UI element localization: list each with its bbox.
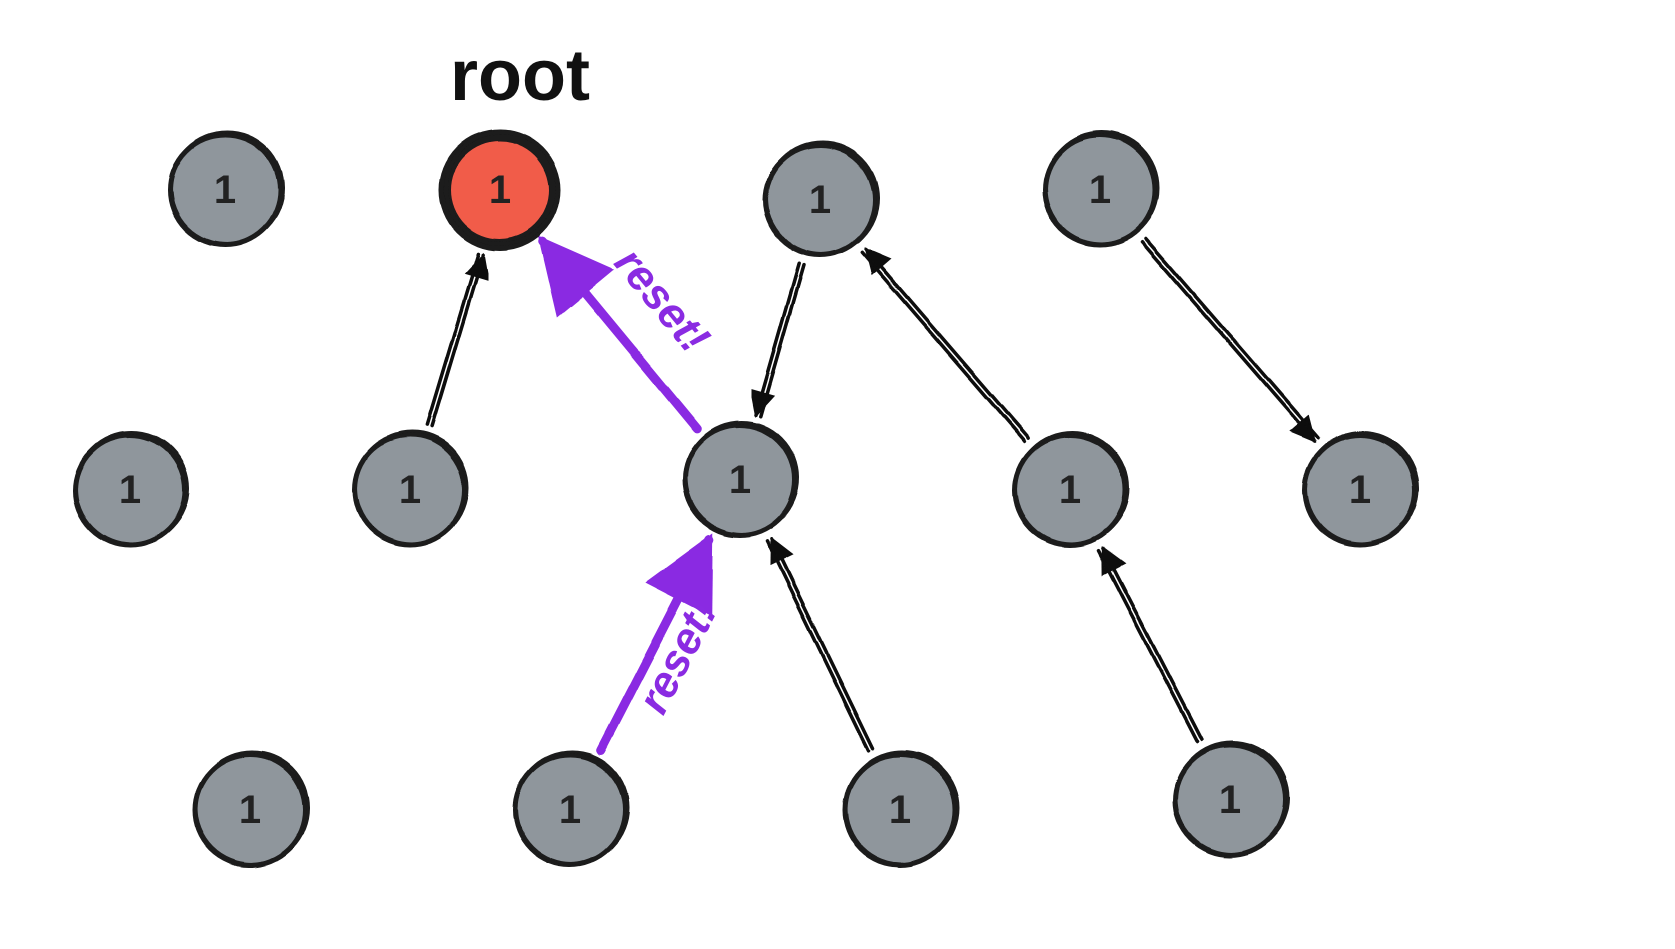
graph-node: 1 <box>515 752 628 865</box>
graph-node: 1 <box>1305 432 1418 545</box>
edge-n_tr1-n_c <box>756 264 799 415</box>
node-value-label: 1 <box>239 788 261 832</box>
graph-node: 1 <box>1015 432 1128 545</box>
graph-node: 1 <box>1045 132 1158 245</box>
graph-node: 1 <box>75 432 188 545</box>
node-value-label: 1 <box>809 178 831 222</box>
node-value-label: 1 <box>119 468 141 512</box>
node-value-label: 1 <box>1349 468 1371 512</box>
edge-n_mr-n_tr1 <box>866 249 1029 438</box>
node-value-label: 1 <box>559 788 581 832</box>
node-value-label: 1 <box>399 468 421 512</box>
node-value-label: 1 <box>729 458 751 502</box>
node-value-label: 1 <box>214 168 236 212</box>
graph-node: 1 <box>685 422 798 535</box>
node-value-label: 1 <box>889 788 911 832</box>
node-value-label: 1 <box>1219 778 1241 822</box>
root-title-label: root <box>450 36 590 116</box>
graph-node: 1 <box>1175 742 1288 855</box>
node-value-label: 1 <box>1059 468 1081 512</box>
nodes-layer: 1 1 1 1 1 1 1 1 1 1 1 1 1 <box>75 132 1418 865</box>
root-node: 1 <box>445 132 558 245</box>
edge-label-reset: reset! <box>628 592 727 721</box>
graph-node: 1 <box>845 752 958 865</box>
edge-n_ml2-root <box>427 253 478 425</box>
edge-n_tr2-n_rr <box>1146 239 1318 438</box>
edge-n_ml2-root <box>432 255 483 427</box>
graph-node: 1 <box>765 142 878 255</box>
node-value-label: 1 <box>1089 168 1111 212</box>
edge-n_brr-n_mr <box>1099 551 1198 742</box>
edge-n_brr-n_mr <box>1103 548 1202 739</box>
edge-n_mr-n_tr1 <box>862 252 1025 441</box>
edge-n_tr1-n_c <box>761 265 804 416</box>
graph-node: 1 <box>170 132 283 245</box>
edge-n_tr2-n_rr <box>1142 242 1314 441</box>
edge-n_br-n_c <box>767 541 869 750</box>
graph-node: 1 <box>195 752 308 865</box>
node-value-label: 1 <box>489 168 511 212</box>
graph-node: 1 <box>355 432 468 545</box>
diagram-canvas: reset!reset! 1111111111111 root <box>0 0 1675 949</box>
edge-n_br-n_c <box>771 539 873 748</box>
